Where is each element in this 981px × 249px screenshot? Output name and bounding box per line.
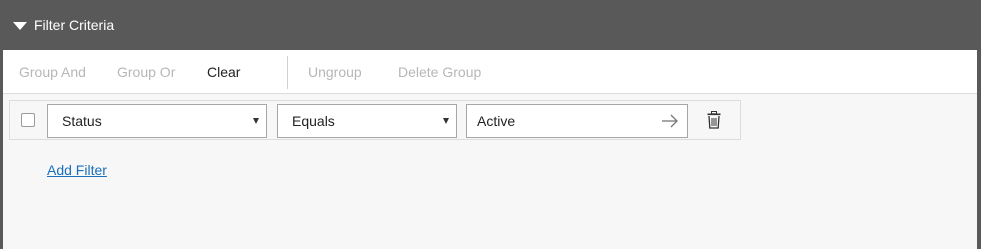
trash-icon[interactable] <box>707 111 721 129</box>
value-input[interactable]: Active <box>466 104 688 138</box>
group-or-button[interactable]: Group Or <box>117 64 175 80</box>
dropdown-arrow-icon <box>253 118 259 124</box>
value-input-text: Active <box>477 113 516 129</box>
dropdown-arrow-icon <box>443 118 449 124</box>
filter-row-checkbox[interactable] <box>21 113 35 127</box>
filter-criteria-content: Group And Group Or Clear Ungroup Delete … <box>3 50 977 249</box>
operator-select-value: Equals <box>292 113 335 129</box>
filter-criteria-header[interactable]: Filter Criteria <box>0 0 981 50</box>
filter-toolbar: Group And Group Or Clear Ungroup Delete … <box>3 50 977 94</box>
filter-row: Status Equals Active <box>9 100 741 140</box>
add-filter-link[interactable]: Add Filter <box>47 162 107 178</box>
field-select[interactable]: Status <box>47 104 267 138</box>
clear-button[interactable]: Clear <box>207 64 240 80</box>
filter-criteria-panel: Filter Criteria Group And Group Or Clear… <box>0 0 981 249</box>
panel-title: Filter Criteria <box>34 17 115 33</box>
arrow-right-icon[interactable] <box>661 113 679 129</box>
operator-select[interactable]: Equals <box>277 104 457 138</box>
group-and-button[interactable]: Group And <box>19 64 86 80</box>
toolbar-divider <box>287 56 288 89</box>
delete-group-button[interactable]: Delete Group <box>398 64 481 80</box>
caret-down-icon <box>13 21 27 30</box>
field-select-value: Status <box>62 113 102 129</box>
ungroup-button[interactable]: Ungroup <box>308 64 362 80</box>
